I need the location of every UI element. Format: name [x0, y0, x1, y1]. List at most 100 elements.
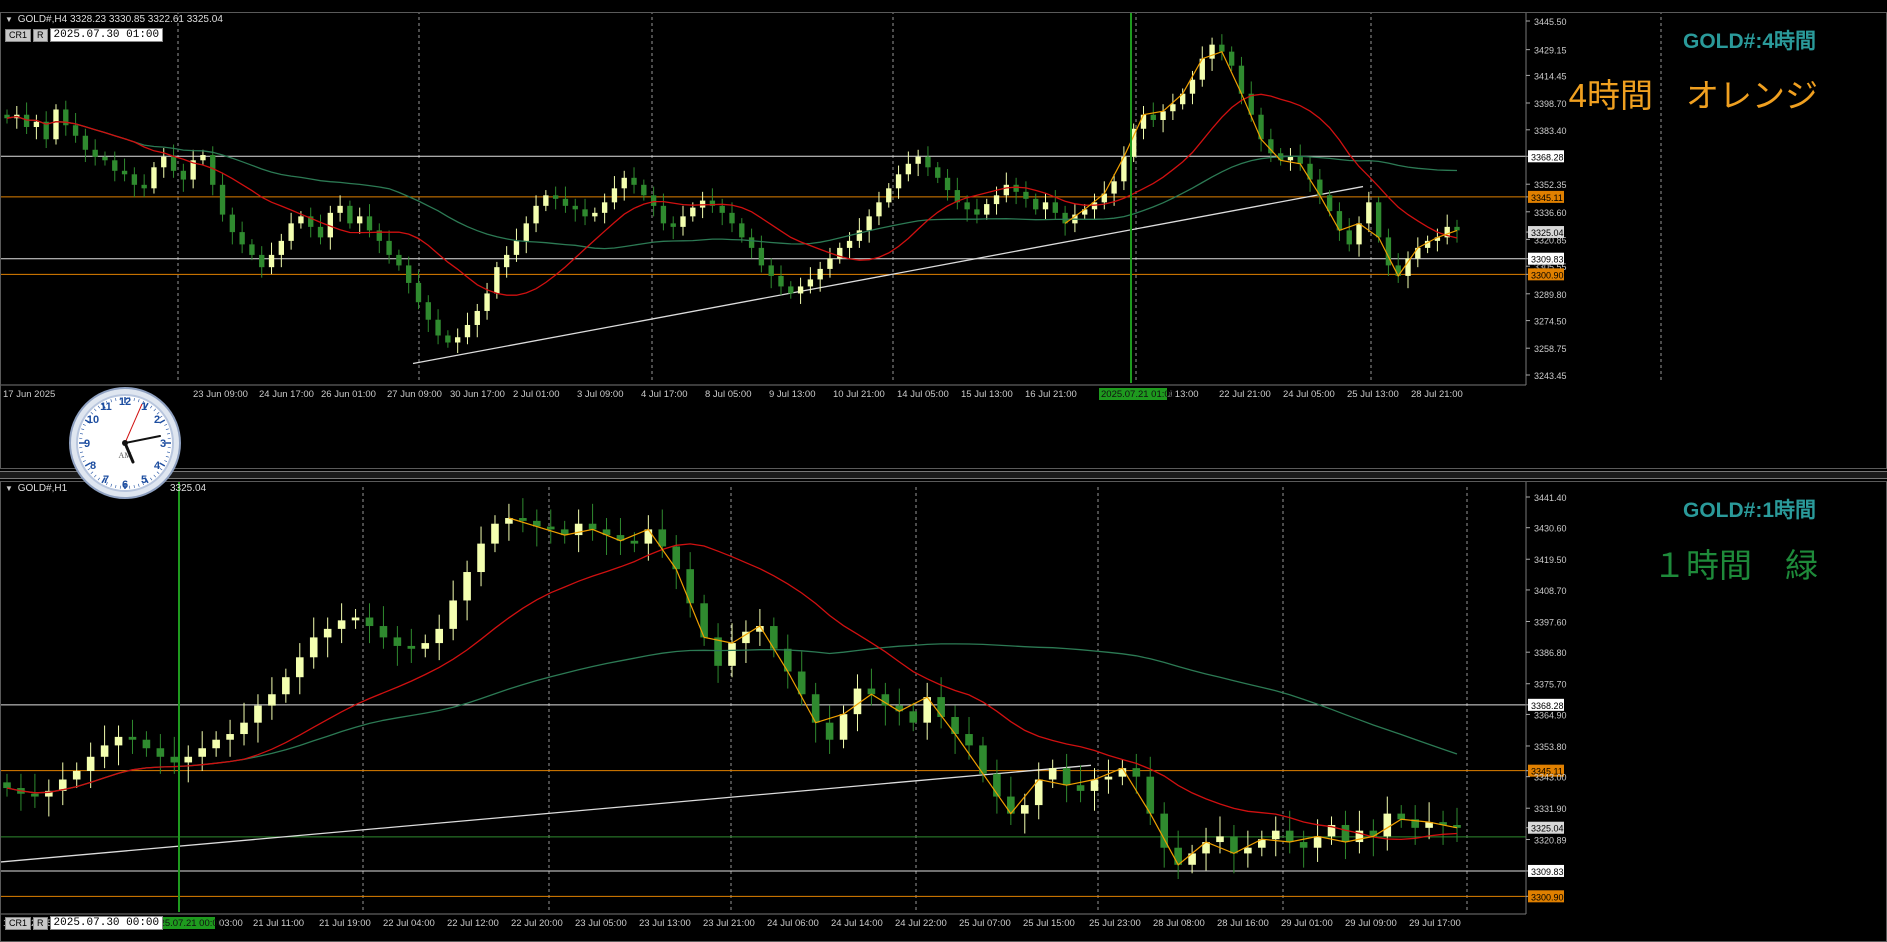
candle-body	[151, 167, 157, 189]
candle-body	[915, 156, 921, 164]
crosshair-toolbar-h1: CR1 R 2025.07.30 00:00	[5, 916, 164, 930]
candle-body	[839, 714, 848, 740]
candle-body	[611, 188, 618, 203]
candle-body	[1042, 202, 1049, 210]
trendline[interactable]	[1, 764, 1092, 863]
candle-body	[1209, 44, 1215, 59]
candle-body	[886, 188, 892, 203]
marker-time-label: 2025.07.21 01:00	[1101, 389, 1175, 400]
candle-body	[937, 697, 945, 717]
candle-body	[699, 200, 706, 208]
candle-body	[82, 135, 89, 150]
price-tick-label: 3289.80	[1534, 290, 1567, 300]
candle-body	[546, 526, 555, 530]
cr1-button[interactable]: CR1	[5, 28, 32, 42]
candle-body	[435, 319, 441, 336]
candle-body	[1219, 44, 1225, 52]
candle-body	[86, 756, 95, 771]
candle-body	[729, 212, 735, 224]
price-tick-label: 3368.28	[1531, 152, 1564, 162]
time-tick-label: 23 Jul 21:00	[703, 918, 755, 929]
candle-body	[631, 177, 637, 185]
candle-body	[588, 523, 597, 530]
time-tick-label: 22 Jul 21:00	[1219, 389, 1271, 400]
candle-body	[951, 716, 959, 735]
candle-body	[965, 734, 973, 746]
candle-body	[543, 195, 549, 206]
price-tick-label: 3258.75	[1534, 344, 1567, 354]
time-tick-label: 16 Jul 21:00	[1025, 389, 1077, 400]
candle-body	[993, 195, 1000, 205]
time-tick-label: 27 Jun 09:00	[387, 389, 442, 400]
candle-body	[435, 628, 444, 644]
time-tick-label: 29 Jul 09:00	[1345, 918, 1397, 929]
candle-body	[1150, 114, 1156, 120]
time-tick-label: 23 Jul 13:00	[639, 918, 691, 929]
candle-body	[1090, 779, 1099, 791]
time-tick-label: 28 Jul 16:00	[1217, 918, 1269, 929]
chart-pane-h1[interactable]: 3441.40 3430.60 3419.50 3408.70 3397.60 3386.…	[0, 481, 1887, 942]
candle-body	[1104, 776, 1113, 780]
r-button[interactable]: R	[33, 916, 48, 930]
candle-body	[379, 626, 388, 638]
price-tick-label: 3383.40	[1534, 126, 1567, 136]
candle-body	[523, 223, 529, 241]
candle-body	[249, 244, 255, 255]
candle-body	[33, 121, 40, 127]
chart-canvas-h1[interactable]: 3441.40 3430.60 3419.50 3408.70 3397.60 3386.…	[1, 482, 1887, 942]
candle-body	[1230, 836, 1238, 854]
analog-clock-widget[interactable]: 12 1 2 345 678 9 10 11 AM	[68, 386, 182, 500]
crosshair-toolbar-h4: CR1 R 2025.07.30 01:00	[5, 28, 164, 42]
time-tick-label: 22 Jul 12:00	[447, 918, 499, 929]
top-border	[0, 0, 1887, 12]
candle-body	[621, 177, 627, 189]
candle-body	[1395, 265, 1401, 276]
price-tick-label: 3274.50	[1534, 317, 1567, 327]
price-tick-label: 3331.90	[1534, 804, 1567, 814]
candle-body	[1375, 202, 1382, 238]
candle-body	[365, 617, 374, 627]
cr1-button[interactable]: CR1	[5, 916, 32, 930]
candle-body	[866, 216, 872, 231]
candle-body	[161, 156, 167, 168]
candle-body	[337, 620, 346, 629]
dropdown-triangle-icon[interactable]: ▼	[5, 484, 13, 493]
price-tick-label: 3419.50	[1534, 555, 1567, 565]
candle-body	[317, 226, 324, 238]
time-tick-label: 15 Jul 13:00	[961, 389, 1013, 400]
candle-body	[142, 739, 151, 749]
price-tick-label: 3320.85	[1534, 235, 1567, 245]
price-tick-label: 3414.45	[1534, 71, 1567, 81]
chart-pane-h4[interactable]: 3445.50 3429.15 3414.45 3398.70 3383.40 3368.…	[0, 12, 1887, 469]
time-tick-label: 2 Jul 01:00	[513, 389, 559, 400]
chart-header-h4: ▼ GOLD#,H4 3328.23 3330.85 3322.61 3325.…	[5, 14, 223, 25]
price-tick-label: 3352.35	[1534, 180, 1567, 190]
time-tick-label: 24 Jul 05:00	[1283, 389, 1335, 400]
time-tick-label: 28 Jul 08:00	[1153, 918, 1205, 929]
candle-body	[288, 223, 294, 241]
candle-body	[797, 671, 806, 695]
note-text-h4: 4時間 オレンジ	[1568, 77, 1818, 114]
svg-text:8: 8	[90, 460, 96, 472]
candle-body	[477, 543, 485, 573]
r-button[interactable]: R	[33, 28, 48, 42]
candle-body	[180, 170, 187, 180]
candle-body	[650, 195, 657, 206]
candle-body	[1062, 768, 1071, 786]
time-tick-label: 25 Jul 07:00	[959, 918, 1011, 929]
date-box[interactable]: 2025.07.30 01:00	[49, 28, 164, 42]
time-tick-label: 23 Jun 09:00	[193, 389, 248, 400]
price-tick-label: 3397.60	[1534, 617, 1567, 627]
price-tick-label: 3300.90	[1531, 892, 1564, 902]
candle-body	[788, 286, 794, 294]
date-box[interactable]: 2025.07.30 00:00	[49, 916, 164, 930]
candle-body	[240, 722, 248, 735]
dropdown-triangle-icon[interactable]: ▼	[5, 15, 13, 24]
time-tick-label: 8 Jul 05:00	[705, 389, 751, 400]
candle-body	[1048, 768, 1057, 780]
candle-body	[494, 267, 500, 294]
candle-body	[905, 163, 912, 175]
pane-separator[interactable]	[0, 471, 1887, 479]
candle-body	[449, 600, 457, 629]
candle-body	[1020, 805, 1029, 814]
